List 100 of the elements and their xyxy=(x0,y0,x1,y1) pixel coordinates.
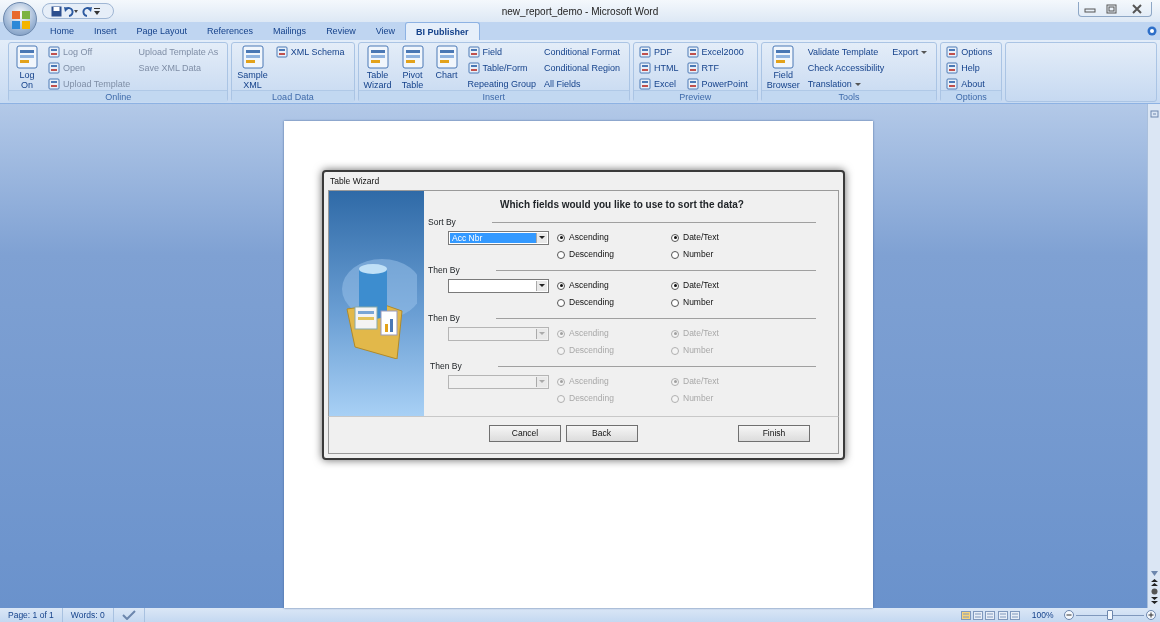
office-button[interactable] xyxy=(3,2,37,36)
ribbon-button[interactable]: Sample XML xyxy=(235,44,270,90)
customize-toolbar-icon[interactable] xyxy=(93,7,100,15)
group-label: Load Data xyxy=(232,90,354,102)
large-document-icon xyxy=(239,44,266,70)
radio-option[interactable]: Descending xyxy=(557,296,671,309)
radio-option[interactable]: Number xyxy=(671,296,816,309)
next-page-icon[interactable] xyxy=(1150,597,1158,604)
view-mode-icon[interactable] xyxy=(985,610,996,620)
radio-option[interactable]: Number xyxy=(671,248,816,261)
small-document-icon xyxy=(686,62,699,74)
dropdown-arrow-icon xyxy=(539,380,545,383)
large-document-icon xyxy=(399,44,426,70)
small-document-icon xyxy=(48,46,60,58)
large-document-icon xyxy=(14,44,40,70)
ribbon-button[interactable]: Validate Template xyxy=(805,44,887,60)
ribbon-button[interactable]: Options xyxy=(944,44,995,60)
zoom-level: 100% xyxy=(1031,608,1054,622)
proofing-icon[interactable] xyxy=(121,610,136,620)
ribbon-button[interactable]: PowerPoint xyxy=(684,76,750,92)
radio-option[interactable]: Ascending xyxy=(557,279,671,292)
group-label: Tools xyxy=(761,90,937,102)
ribbon-button[interactable]: Excel xyxy=(637,76,681,92)
browse-object-icon[interactable] xyxy=(1150,587,1158,595)
dialog-button[interactable]: Finish xyxy=(738,425,810,443)
vertical-scrollbar[interactable] xyxy=(1147,104,1160,608)
small-document-icon xyxy=(48,62,60,74)
ribbon-button[interactable]: Conditional Region xyxy=(542,60,623,76)
ribbon-button[interactable]: RTF xyxy=(684,60,750,76)
dropdown-arrow-icon xyxy=(539,284,545,287)
section-label: Sort By xyxy=(428,216,456,229)
dialog-button[interactable]: Cancel xyxy=(489,425,561,443)
view-mode-icon[interactable] xyxy=(1009,610,1020,620)
zoom-in-icon[interactable] xyxy=(1146,610,1156,620)
office-logo-icon xyxy=(11,10,31,30)
ribbon-button[interactable]: About xyxy=(944,76,995,92)
section-label: Then By xyxy=(429,360,462,373)
help-icon[interactable] xyxy=(1147,26,1157,36)
small-document-icon xyxy=(686,78,699,90)
view-mode-icon[interactable] xyxy=(997,610,1008,620)
ribbon-button[interactable]: Pivot Table xyxy=(397,44,428,90)
large-document-icon xyxy=(770,44,797,70)
dropdown-arrow-icon xyxy=(539,236,545,239)
caret-icon xyxy=(854,82,861,86)
previous-page-icon[interactable] xyxy=(1150,578,1158,586)
ribbon-button[interactable]: Help xyxy=(944,60,995,76)
radio-option[interactable]: Descending xyxy=(557,248,671,261)
undo-icon[interactable] xyxy=(64,5,79,17)
ribbon-menu-button[interactable]: Export xyxy=(890,44,930,60)
ribbon-tab[interactable]: Home xyxy=(40,22,84,40)
ribbon-tab[interactable]: References xyxy=(197,22,264,40)
dropdown-field[interactable] xyxy=(448,278,549,293)
ribbon-button[interactable]: All Fields xyxy=(542,76,623,92)
ribbon-button[interactable]: HTML xyxy=(637,60,681,76)
ribbon-button[interactable]: Check Accessibility xyxy=(805,60,887,76)
group-label: Online xyxy=(9,90,228,102)
dialog-button[interactable]: Back xyxy=(565,425,638,443)
ribbon-tab[interactable]: Mailings xyxy=(263,22,317,40)
small-document-icon xyxy=(946,78,959,90)
save-icon[interactable] xyxy=(51,5,62,17)
ribbon-button[interactable]: Chart xyxy=(431,44,462,90)
dialog-heading: Which fields would you like to use to sort the data? xyxy=(499,198,745,212)
ribbon-button[interactable]: Table Wizard xyxy=(361,44,394,90)
radio-option[interactable]: Date/Text xyxy=(671,231,816,244)
radio-option[interactable]: Date/Text xyxy=(671,279,816,292)
ribbon-button[interactable]: Log On xyxy=(12,44,42,90)
ribbon-button[interactable]: PDF xyxy=(637,44,681,60)
ribbon-tab[interactable]: Review xyxy=(316,22,366,40)
caret-icon xyxy=(921,50,928,54)
small-document-icon xyxy=(467,62,480,74)
ribbon-button[interactable]: Table/Form xyxy=(465,60,539,76)
view-mode-icon[interactable] xyxy=(973,610,983,620)
ribbon-tab[interactable]: Insert xyxy=(84,22,127,40)
large-document-icon xyxy=(433,44,460,70)
ruler-toggle-icon[interactable] xyxy=(1149,110,1159,118)
ribbon-button[interactable]: Conditional Format xyxy=(542,44,623,60)
zoom-out-icon[interactable] xyxy=(1063,610,1074,620)
ribbon-tab[interactable]: BI Publisher xyxy=(405,22,480,40)
ribbon-tab[interactable]: View xyxy=(365,22,405,40)
ribbon-tab[interactable]: Page Layout xyxy=(126,22,198,40)
dropdown-arrow-icon xyxy=(539,332,545,335)
ribbon-button[interactable]: Repeating Group xyxy=(465,76,539,92)
window-title: new_report_demo - Microsoft Word xyxy=(501,4,659,19)
large-document-icon xyxy=(364,44,391,70)
small-document-icon xyxy=(48,78,60,90)
small-document-icon xyxy=(639,78,652,90)
word-count: Words: 0 xyxy=(62,608,114,622)
radio-option[interactable]: Ascending xyxy=(557,231,671,244)
redo-icon[interactable] xyxy=(80,5,92,17)
small-document-icon xyxy=(467,46,480,58)
small-document-icon xyxy=(275,46,288,58)
group-label: Options xyxy=(941,90,1002,102)
section-label: Then By xyxy=(428,264,460,277)
small-document-icon xyxy=(946,62,959,74)
ribbon-button[interactable]: Excel2000 xyxy=(684,44,750,60)
ribbon-button[interactable]: XML Schema xyxy=(273,44,347,60)
zoom-slider-thumb[interactable] xyxy=(1106,609,1113,620)
ribbon-button[interactable]: Field Browser xyxy=(764,44,802,90)
view-mode-icon[interactable] xyxy=(960,610,971,620)
ribbon-button[interactable]: Field xyxy=(465,44,539,60)
